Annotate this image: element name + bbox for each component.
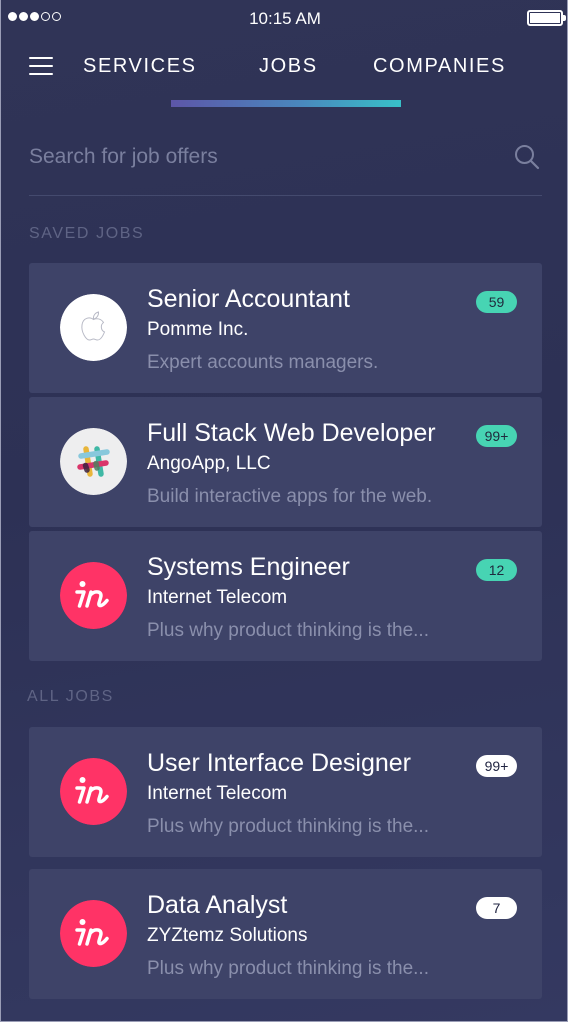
tab-companies[interactable]: COMPANIES [373, 55, 506, 78]
job-card[interactable]: Systems Engineer Internet Telecom Plus w… [29, 531, 542, 661]
search-input[interactable] [29, 140, 499, 174]
job-card[interactable]: Data Analyst ZYZtemz Solutions Plus why … [29, 869, 542, 999]
job-description: Plus why product thinking is the... [147, 958, 429, 979]
search-bar [29, 134, 542, 196]
job-title: Data Analyst [147, 891, 288, 919]
apple-logo-icon [60, 294, 127, 361]
job-title: User Interface Designer [147, 749, 412, 777]
invision-logo-icon [60, 758, 127, 825]
count-badge: 59 [476, 291, 517, 313]
company-name: AngoApp, LLC [147, 453, 271, 474]
company-name: Internet Telecom [147, 783, 288, 804]
count-badge: 99+ [476, 425, 517, 447]
tab-services[interactable]: SERVICES [83, 55, 197, 78]
hamburger-menu-icon[interactable] [29, 57, 53, 75]
job-card[interactable]: Full Stack Web Developer AngoApp, LLC Bu… [29, 397, 542, 527]
job-title: Full Stack Web Developer [147, 419, 436, 447]
battery-icon [527, 10, 566, 26]
active-tab-indicator [171, 100, 401, 107]
job-title: Senior Accountant [147, 285, 350, 313]
company-name: Internet Telecom [147, 587, 288, 608]
job-title: Systems Engineer [147, 553, 350, 581]
all-jobs-label: ALL JOBS [27, 688, 114, 705]
count-badge: 7 [476, 897, 517, 919]
job-description: Expert accounts managers. [147, 352, 379, 373]
tab-jobs[interactable]: JOBS [259, 55, 318, 78]
job-description: Plus why product thinking is the... [147, 816, 429, 837]
count-badge: 99+ [476, 755, 517, 777]
saved-jobs-label: SAVED JOBS [29, 225, 145, 242]
company-name: Pomme Inc. [147, 319, 249, 340]
job-description: Build interactive apps for the web. [147, 486, 433, 507]
count-badge: 12 [476, 559, 517, 581]
search-icon[interactable] [514, 144, 540, 170]
company-name: ZYZtemz Solutions [147, 925, 308, 946]
slack-logo-icon [60, 428, 127, 495]
job-card[interactable]: User Interface Designer Internet Telecom… [29, 727, 542, 857]
invision-logo-icon [60, 900, 127, 967]
invision-logo-icon [60, 562, 127, 629]
status-bar: 10:15 AM [1, 0, 568, 36]
status-time: 10:15 AM [249, 9, 321, 28]
job-card[interactable]: Senior Accountant Pomme Inc. Expert acco… [29, 263, 542, 393]
job-description: Plus why product thinking is the... [147, 620, 429, 641]
